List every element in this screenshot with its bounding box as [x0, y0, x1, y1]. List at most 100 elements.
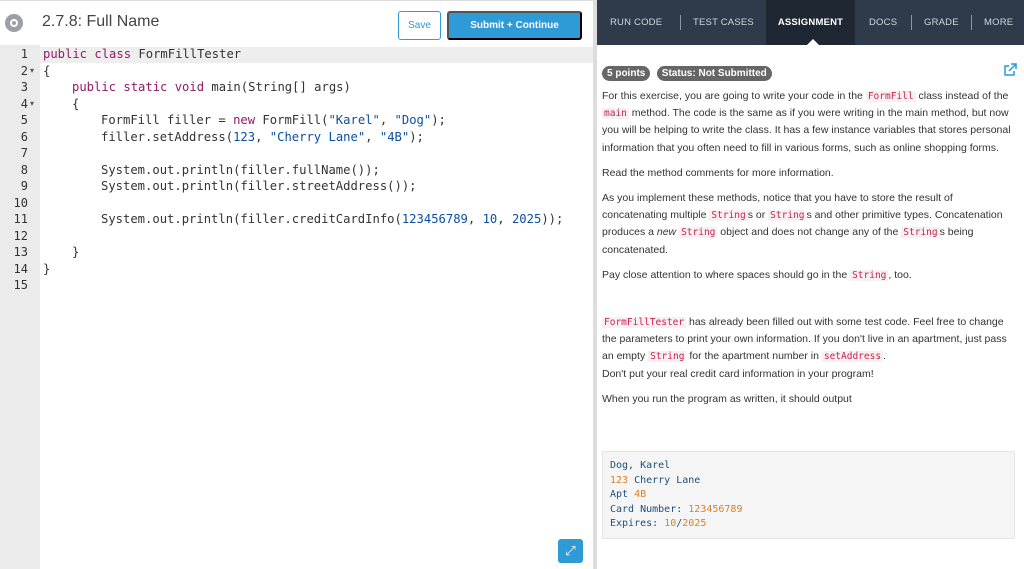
code-token: System.out.println(filler.creditCardInfo…: [101, 212, 402, 226]
tab-test-cases[interactable]: TEST CASES: [693, 0, 754, 45]
save-button[interactable]: Save: [398, 11, 441, 40]
status-badge: Status: Not Submitted: [656, 66, 772, 81]
output-number: 2025: [682, 518, 707, 530]
text: method. The code is the same as if you w…: [602, 107, 1011, 154]
code-token: public class: [43, 47, 132, 61]
code-token: "Karel": [328, 113, 380, 127]
emphasis: new: [656, 226, 677, 239]
code-token: ,: [467, 212, 483, 226]
code-line: {: [43, 64, 50, 78]
text: Pay close attention to where spaces shou…: [602, 268, 851, 281]
line-number: 8: [20, 162, 28, 177]
text: .: [883, 350, 886, 363]
inline-code: setAddress: [821, 351, 884, 363]
code-token: "4B": [379, 129, 410, 144]
code-token: );: [431, 113, 446, 127]
text: for the apartment number in: [686, 350, 822, 363]
paragraph: Read the method comments for more inform…: [602, 166, 834, 179]
tab-more[interactable]: MORE: [984, 0, 1013, 45]
code-token: "Dog": [394, 113, 432, 127]
code-token: 123456789: [401, 212, 468, 226]
code-token: }: [43, 261, 51, 276]
line-number: 4: [20, 96, 28, 111]
code-token: new: [233, 113, 256, 127]
submit-continue-button[interactable]: Submit + Continue: [447, 11, 582, 40]
code-token: 10: [482, 212, 498, 226]
line-number: 2: [20, 63, 28, 78]
assignment-pane: RUN CODE TEST CASES ASSIGNMENT DOCS GRAD…: [597, 0, 1024, 569]
code-token: 123: [233, 129, 256, 144]
code-token: ));: [541, 212, 564, 226]
code-line: FormFill filler = new FormFill("Karel", …: [101, 113, 446, 127]
editor-header: 2.7.8: Full Name Save Submit + Continue: [0, 0, 593, 45]
active-tab-caret: [807, 39, 819, 45]
code-token: System.out.println(filler.fullName());: [101, 162, 380, 177]
code-line: public class FormFillTester: [43, 47, 241, 61]
code-token: ,: [497, 212, 512, 226]
paragraph: Don't put your real credit card informat…: [602, 367, 874, 380]
inline-code: String: [709, 210, 748, 222]
tab-divider: [680, 15, 681, 30]
code-token: "Cherry Lane": [269, 129, 366, 144]
code-line: filler.setAddress(123, "Cherry Lane", "4…: [101, 130, 424, 144]
code-line: }: [72, 245, 79, 259]
text: object and does not change any of the: [717, 226, 902, 239]
badge-row: 5 points Status: Not Submitted: [602, 63, 774, 81]
paragraph: When you run the program as written, it …: [602, 392, 852, 405]
tab-grade[interactable]: GRADE: [924, 0, 959, 45]
code-line: public static void main(String[] args): [72, 80, 351, 94]
output-number: 10: [664, 518, 677, 530]
line-number: 15: [13, 278, 28, 292]
points-badge: 5 points: [602, 66, 651, 81]
line-number: 7: [20, 146, 28, 160]
code-token: }: [72, 245, 80, 259]
code-token: ,: [365, 129, 380, 144]
code-token: main(String[] args): [204, 80, 351, 94]
inline-code: String: [850, 269, 889, 281]
output-number: 4B: [634, 489, 647, 501]
line-number: 9: [20, 179, 28, 193]
assignment-description: For this exercise, you are going to writ…: [602, 88, 1017, 416]
line-gutter: 1 2 ▾ 3 4 ▾ 5 6 7 8 9 10 11 12 13 14 15: [0, 45, 40, 569]
line-number: 13: [13, 245, 28, 259]
line-number: 14: [13, 261, 28, 276]
code-token: ,: [379, 113, 395, 127]
line-number: 11: [13, 212, 28, 226]
code-token: public static void: [72, 80, 205, 94]
tab-run-code[interactable]: RUN CODE: [610, 0, 662, 45]
expand-icon[interactable]: ⤢: [558, 539, 583, 563]
inline-code: String: [901, 227, 940, 239]
code-editor[interactable]: 1 2 ▾ 3 4 ▾ 5 6 7 8 9 10 11 12 13 14 15 …: [0, 45, 593, 569]
output-number: 123: [610, 474, 629, 486]
fold-arrow-icon[interactable]: ▾: [30, 99, 34, 108]
code-line: }: [43, 262, 50, 276]
inline-code: main: [602, 108, 629, 120]
external-link-icon[interactable]: [1003, 63, 1017, 77]
output-line: Apt: [610, 489, 635, 501]
output-line: Card Number:: [610, 503, 689, 515]
code-line: System.out.println(filler.streetAddress(…: [101, 179, 417, 193]
tab-bar: RUN CODE TEST CASES ASSIGNMENT DOCS GRAD…: [597, 0, 1024, 45]
code-token: filler.setAddress(: [101, 129, 234, 144]
line-number: 1: [20, 47, 28, 61]
paragraph: FormFillTester has already been filled o…: [602, 314, 1017, 366]
line-number: 5: [20, 113, 28, 127]
text: class instead of the: [915, 90, 1009, 102]
line-number: 12: [13, 228, 28, 243]
output-line: Expires:: [610, 518, 665, 530]
tab-docs[interactable]: DOCS: [869, 0, 897, 45]
inline-code: String: [648, 351, 687, 363]
paragraph: For this exercise, you are going to writ…: [602, 88, 1017, 157]
fold-arrow-icon[interactable]: ▾: [30, 66, 34, 75]
output-line: Cherry Lane: [628, 474, 701, 486]
tab-divider: [971, 15, 972, 30]
code-line: System.out.println(filler.creditCardInfo…: [101, 212, 563, 226]
code-token: FormFillTester: [131, 47, 242, 61]
code-token: FormFill(: [255, 113, 329, 127]
inline-code: String: [679, 227, 718, 239]
expected-output-block: Dog, Karel 123 Cherry Lane Apt 4B Card N…: [602, 451, 1015, 539]
code-token: {: [43, 63, 51, 78]
inline-code: String: [768, 210, 807, 222]
gear-icon[interactable]: [5, 14, 23, 32]
paragraph: As you implement these methods, notice t…: [602, 190, 1017, 259]
